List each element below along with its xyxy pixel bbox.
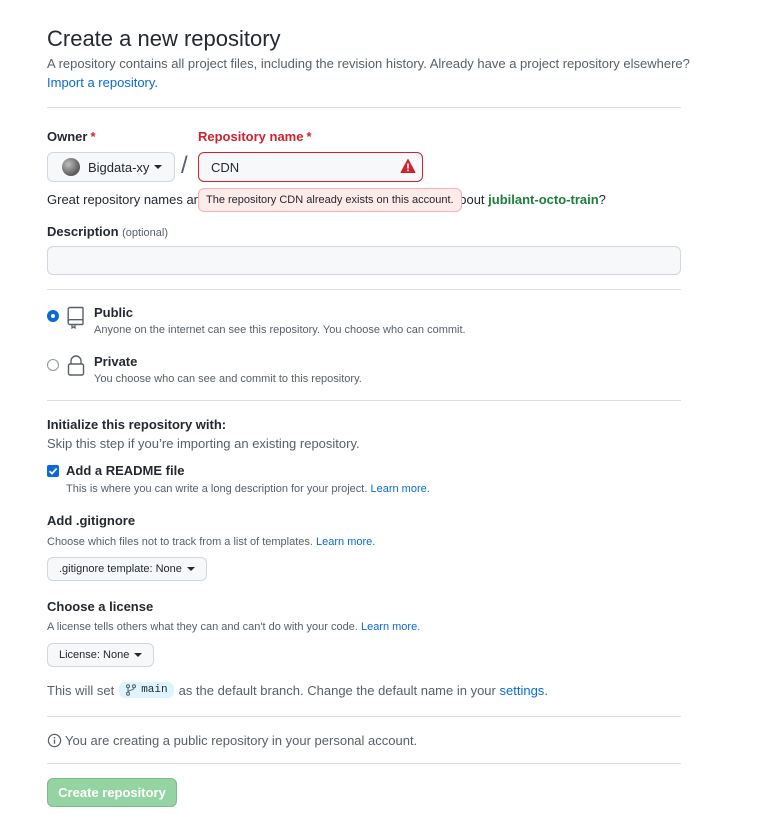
chevron-down-icon	[154, 165, 163, 169]
description-label: Description (optional)	[47, 224, 168, 239]
info-icon	[47, 733, 62, 748]
import-repository-link[interactable]: Import a repository.	[47, 75, 158, 90]
license-select[interactable]: License: None	[47, 643, 155, 667]
gitignore-title: Add .gitignore	[47, 513, 136, 528]
license-title: Choose a license	[47, 599, 154, 614]
hint-end: ?	[598, 192, 606, 207]
owner-separator: /	[181, 152, 188, 179]
lock-icon	[67, 355, 85, 376]
readme-desc: This is where you can write a long descr…	[66, 483, 430, 495]
readme-title: Add a README file	[66, 463, 185, 478]
alert-icon	[400, 159, 416, 173]
gitignore-desc-text: Choose which files not to track from a l…	[47, 536, 313, 548]
private-desc: You choose who can see and commit to thi…	[94, 373, 362, 385]
initialize-title: Initialize this repository with:	[47, 417, 227, 432]
avatar	[62, 158, 80, 176]
readme-desc-text: This is where you can write a long descr…	[66, 483, 368, 495]
public-desc: Anyone on the internet can see this repo…	[94, 324, 466, 336]
required-mark: *	[306, 129, 312, 144]
owner-name: Bigdata-xy	[88, 159, 150, 175]
owner-label: Owner *	[47, 129, 96, 144]
branch-middle: as the default branch. Change the defaul…	[178, 682, 496, 698]
public-radio[interactable]	[47, 310, 59, 322]
branch-name: main	[141, 684, 168, 696]
description-label-text: Description	[47, 224, 119, 239]
public-title: Public	[94, 305, 134, 320]
gitignore-learn-more-link[interactable]: Learn more.	[316, 536, 375, 548]
gitignore-template-select[interactable]: .gitignore template: None	[47, 557, 207, 581]
readme-learn-more-link[interactable]: Learn more.	[370, 483, 429, 495]
license-desc-text: A license tells others what they can and…	[47, 621, 358, 633]
optional-tag: (optional)	[122, 227, 168, 239]
description-input[interactable]	[47, 246, 681, 275]
owner-dropdown[interactable]: Bigdata-xy	[47, 152, 175, 182]
repo-name-error-tooltip: The repository CDN already exists on thi…	[198, 188, 462, 212]
create-repository-button[interactable]: Create repository	[47, 778, 177, 807]
divider	[47, 716, 681, 717]
divider	[47, 763, 681, 764]
divider	[47, 289, 681, 290]
notice-text: You are creating a public repository in …	[65, 733, 418, 748]
repo-icon	[67, 306, 84, 329]
divider	[47, 107, 681, 108]
create-repository-page: Create a new repository A repository con…	[0, 0, 767, 818]
git-branch-icon	[126, 684, 137, 696]
repo-name-hint-prefix: Great repository names are	[47, 192, 206, 207]
license-select-label: License: None	[59, 649, 130, 661]
page-title: Create a new repository	[47, 26, 281, 51]
repo-name-label: Repository name *	[198, 129, 312, 144]
repo-name-input[interactable]	[198, 152, 423, 182]
private-title: Private	[94, 354, 138, 369]
default-branch-note: This will set main as the default branch…	[47, 682, 548, 698]
license-learn-more-link[interactable]: Learn more.	[361, 621, 420, 633]
check-icon	[48, 467, 58, 475]
gitignore-desc: Choose which files not to track from a l…	[47, 536, 375, 548]
gitignore-select-label: .gitignore template: None	[59, 563, 182, 575]
initialize-subtitle: Skip this step if you’re importing an ex…	[47, 436, 360, 451]
chevron-down-icon	[186, 567, 195, 571]
branch-end: .	[544, 682, 548, 698]
required-mark: *	[90, 129, 96, 144]
license-desc: A license tells others what they can and…	[47, 621, 420, 633]
page-subtitle: A repository contains all project files,…	[47, 56, 690, 71]
name-suggestion-link[interactable]: jubilant-octo-train	[488, 192, 599, 207]
public-notice: You are creating a public repository in …	[47, 733, 417, 748]
branch-pill: main	[119, 682, 174, 698]
settings-link[interactable]: settings	[500, 683, 545, 698]
readme-checkbox[interactable]	[47, 465, 59, 477]
private-radio[interactable]	[47, 359, 59, 371]
branch-prefix: This will set	[47, 682, 115, 698]
divider	[47, 400, 681, 401]
repo-name-label-text: Repository name	[198, 129, 304, 144]
owner-label-text: Owner	[47, 129, 88, 144]
repo-name-hint-suffix: about jubilant-octo-train?	[452, 192, 606, 207]
chevron-down-icon	[134, 653, 143, 657]
